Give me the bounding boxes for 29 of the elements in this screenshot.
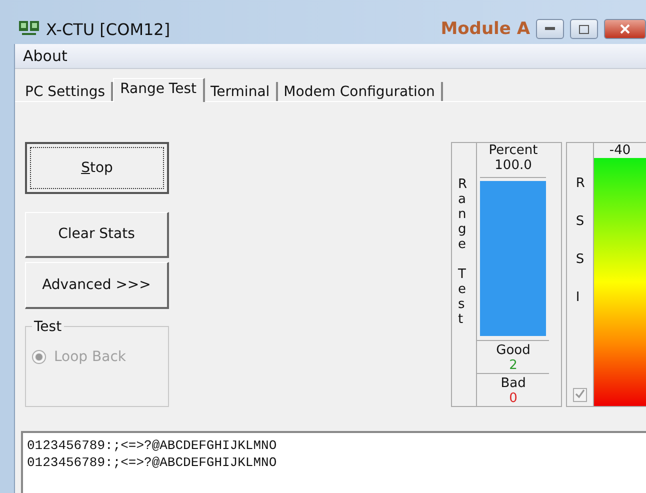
rssi-reading: -40 (608, 143, 632, 158)
maximize-icon (579, 24, 589, 34)
vertical-label: RSSI (576, 175, 584, 307)
app-icon (18, 20, 40, 38)
percent-value: 100.0 (494, 158, 533, 173)
good-label: Good (495, 343, 532, 358)
close-button[interactable] (604, 19, 646, 39)
bad-label: Bad (500, 376, 527, 391)
good-count: 2 (508, 358, 518, 373)
bad-count: 0 (508, 391, 518, 406)
output-line: 0123456789:;<=>?@ABCDEFGHIJKLMNO (27, 454, 278, 471)
maximize-button[interactable] (570, 19, 598, 39)
action-button[interactable]: Advanced >>> (25, 262, 169, 309)
tab[interactable]: Range Test (113, 78, 204, 102)
window-title: X-CTU [COM12] (46, 20, 170, 38)
rssi-checkbox[interactable] (573, 388, 587, 402)
output-line: 0123456789:;<=>?@ABCDEFGHIJKLMNO (27, 437, 278, 454)
tab[interactable]: Modem Configuration (278, 82, 443, 101)
percent-label: Percent (488, 143, 539, 158)
minimize-icon (545, 27, 555, 31)
vertical-label: Range Test (457, 176, 468, 329)
action-button[interactable]: Clear Stats (25, 212, 169, 258)
group-title: Test (33, 318, 63, 335)
minimize-button[interactable] (536, 19, 564, 39)
menu-item[interactable]: About (15, 47, 76, 65)
module-label: Module A (440, 19, 530, 39)
close-icon (620, 24, 630, 34)
tab[interactable]: Terminal (204, 82, 278, 101)
action-button[interactable]: Stop (25, 142, 169, 194)
